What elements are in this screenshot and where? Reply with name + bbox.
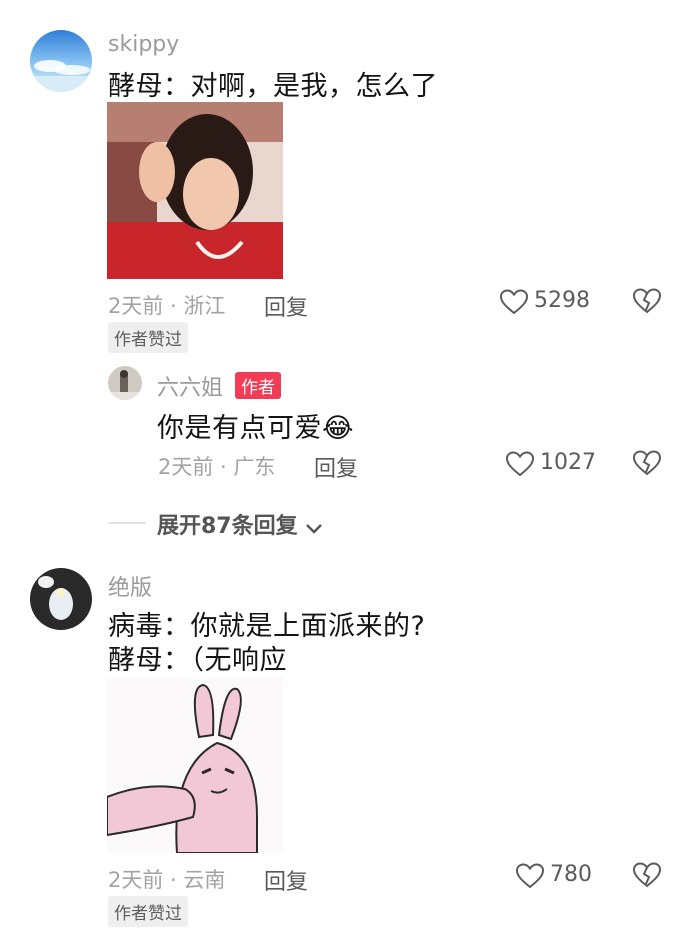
reply-dislike-button[interactable] [633, 450, 661, 476]
broken-heart-icon [633, 862, 661, 888]
reply-username[interactable]: 六六姐 [157, 370, 223, 402]
comment-time-location: 2天前 · 浙江 [108, 294, 226, 318]
expand-replies-label: 展开87条回复 [157, 514, 298, 539]
expand-replies-button[interactable]: 展开87条回复 [157, 508, 323, 539]
broken-heart-icon [633, 450, 661, 476]
divider [108, 522, 146, 524]
author-badge: 作者 [235, 372, 281, 399]
avatar[interactable] [30, 568, 92, 630]
author-liked-badge: 作者赞过 [108, 322, 188, 353]
heart-outline-icon [516, 863, 544, 889]
reply-like-button[interactable]: 1027 [506, 448, 602, 480]
heart-outline-icon [506, 451, 534, 477]
like-button[interactable]: 780 [516, 860, 606, 892]
like-count: 5298 [534, 288, 590, 313]
reply-button[interactable]: 回复 [264, 290, 308, 322]
reply-time-location: 2天前 · 广东 [158, 455, 276, 479]
comment-username[interactable]: skippy [108, 32, 179, 57]
reply-button[interactable]: 回复 [264, 864, 308, 896]
author-liked-badge: 作者赞过 [108, 896, 188, 927]
reply-text: 你是有点可爱😂 [157, 413, 355, 444]
comment-image[interactable] [107, 677, 283, 853]
avatar[interactable] [30, 30, 92, 92]
heart-outline-icon [500, 289, 528, 315]
comment-image[interactable] [107, 102, 283, 279]
dislike-button[interactable] [633, 288, 661, 314]
comment-text-line2: 酵母：（无响应 [108, 645, 287, 676]
broken-heart-icon [633, 288, 661, 314]
comment-username[interactable]: 绝版 [108, 570, 152, 602]
like-count: 780 [550, 862, 592, 887]
comment-time-location: 2天前 · 云南 [108, 868, 226, 892]
reply-avatar[interactable] [108, 366, 142, 400]
dislike-button[interactable] [633, 862, 661, 888]
comment-text: 酵母：对啊，是我，怎么了 [108, 71, 438, 102]
chevron-down-icon [305, 523, 322, 534]
like-button[interactable]: 5298 [500, 286, 596, 318]
reply-like-count: 1027 [540, 450, 596, 475]
reply-reply-button[interactable]: 回复 [314, 451, 358, 483]
